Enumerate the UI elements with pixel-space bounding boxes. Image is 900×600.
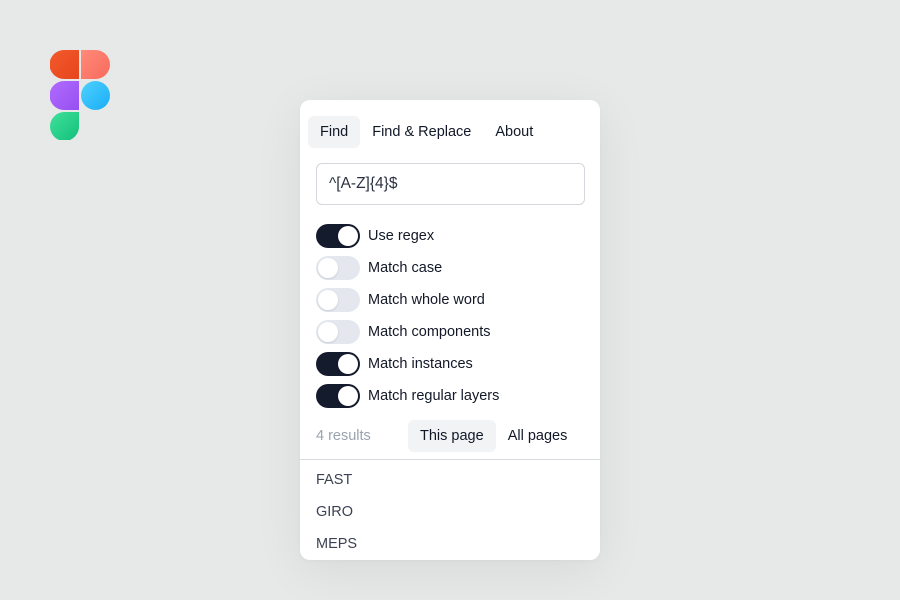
option-label: Use regex [368,228,435,244]
tab-all-pages[interactable]: All pages [496,420,580,452]
match-case-toggle[interactable] [316,256,360,280]
result-item[interactable]: FAST [300,464,600,496]
option-match-regular-layers: Match regular layers [316,380,586,412]
search-input[interactable] [316,163,585,205]
divider [300,459,600,460]
option-label: Match case [368,260,443,276]
use-regex-toggle[interactable] [316,224,360,248]
match-components-toggle[interactable] [316,320,360,344]
results-count: 4 results [316,428,371,444]
match-instances-toggle[interactable] [316,352,360,376]
option-match-components: Match components [316,316,586,348]
option-match-case: Match case [316,252,586,284]
option-label: Match instances [368,356,473,372]
find-panel: Find Find & Replace About Use regex Matc… [300,100,600,560]
toggle-knob [338,354,358,374]
result-item[interactable]: MEPS [300,528,600,560]
figma-logo-icon [50,50,110,140]
match-regular-layers-toggle[interactable] [316,384,360,408]
option-label: Match regular layers [368,388,500,404]
option-label: Match whole word [368,292,485,308]
option-use-regex: Use regex [316,220,586,252]
option-label: Match components [368,324,491,340]
result-item[interactable]: GIRO [300,496,600,528]
tab-about[interactable]: About [483,116,545,148]
option-match-whole-word: Match whole word [316,284,586,316]
toggle-knob [318,290,338,310]
toggle-knob [338,226,358,246]
tab-find[interactable]: Find [308,116,361,148]
scope-bar: 4 results This page All pages [316,420,586,452]
tab-find-replace[interactable]: Find & Replace [360,116,483,148]
match-whole-word-toggle[interactable] [316,288,360,312]
results-list: FAST GIRO MEPS [300,464,600,560]
options-list: Use regex Match case Match whole word Ma… [316,220,586,412]
tab-this-page[interactable]: This page [408,420,496,452]
toggle-knob [338,386,358,406]
tab-bar: Find Find & Replace About [308,116,545,148]
toggle-knob [318,258,338,278]
toggle-knob [318,322,338,342]
option-match-instances: Match instances [316,348,586,380]
